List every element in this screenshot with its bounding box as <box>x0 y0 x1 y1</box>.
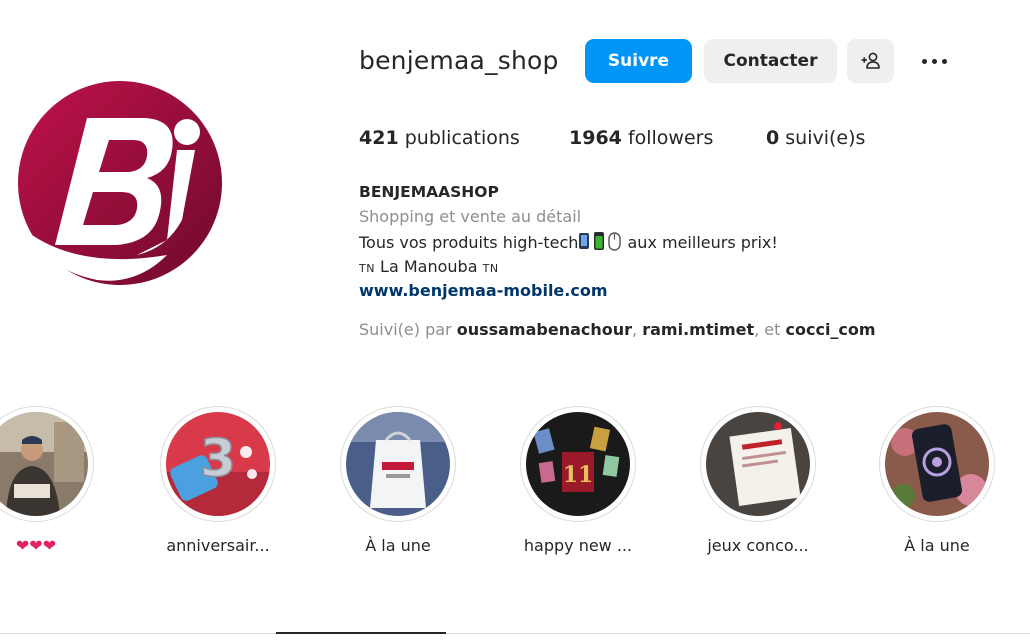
phone-flowers-icon <box>885 412 989 516</box>
following-count: 0 <box>766 127 780 149</box>
followed-separator: , <box>632 320 643 339</box>
description-start: Tous vos produits high-tech <box>359 233 579 252</box>
dot-icon <box>941 58 947 64</box>
highlight-item[interactable]: À la une <box>340 406 456 556</box>
following-stat[interactable]: 0 suivi(e)s <box>766 127 865 149</box>
highlight-thumbnail: 11 <box>526 412 630 516</box>
benjemaa-logo-icon <box>18 81 222 285</box>
followed-prefix: Suivi(e) par <box>359 320 452 339</box>
contact-button[interactable]: Contacter <box>704 39 837 83</box>
dot-icon <box>921 58 927 64</box>
profile-location: TN La Manouba TN <box>359 257 499 276</box>
followers-count: 1964 <box>569 127 622 149</box>
highlight-item[interactable]: ❤❤❤ <box>0 406 94 556</box>
followed-account-1[interactable]: oussamabenachour <box>457 320 632 339</box>
new-year-promo-icon: 11 <box>526 412 630 516</box>
highlight-item[interactable]: 3 anniversair... <box>160 406 276 556</box>
profile-username: benjemaa_shop <box>359 46 559 75</box>
posts-stat: 421 publications <box>359 127 520 149</box>
tn-flag-icon: TN <box>359 262 375 275</box>
profile-website-link[interactable]: www.benjemaa-mobile.com <box>359 281 608 300</box>
highlight-thumbnail: 3 <box>166 412 270 516</box>
highlight-item[interactable]: 11 happy new ... <box>520 406 636 556</box>
highlight-label: À la une <box>365 536 431 555</box>
posts-count: 421 <box>359 127 399 149</box>
highlight-label: ❤❤❤ <box>15 536 57 555</box>
profile-description: Tous vos produits high-tech aux meilleur… <box>359 231 778 252</box>
add-person-icon <box>861 52 880 69</box>
highlight-thumbnail <box>885 412 989 516</box>
followed-and: , et <box>754 320 786 339</box>
posts-label: publications <box>404 127 520 149</box>
location-text: La Manouba <box>380 257 478 276</box>
svg-text:11: 11 <box>563 462 594 488</box>
tab-divider <box>0 633 1030 634</box>
followers-stat[interactable]: 1964 followers <box>569 127 713 149</box>
followed-account-2[interactable]: rami.mtimet <box>642 320 754 339</box>
follow-button[interactable]: Suivre <box>585 39 692 83</box>
highlight-label: happy new ... <box>523 536 633 555</box>
followed-by-line: Suivi(e) par oussamabenachour, rami.mtim… <box>359 320 876 339</box>
highlight-label: jeux conco... <box>707 536 809 555</box>
profile-avatar[interactable] <box>17 80 223 286</box>
suggest-accounts-button[interactable] <box>847 39 894 83</box>
profile-category: Shopping et vente au détail <box>359 207 582 226</box>
highlight-item[interactable]: À la une <box>879 406 995 556</box>
highlight-label: À la une <box>904 536 970 555</box>
highlight-thumbnail <box>706 412 810 516</box>
highlight-label: anniversair... <box>166 536 270 555</box>
highlight-item[interactable]: jeux conco... <box>700 406 816 556</box>
contest-card-icon <box>706 412 810 516</box>
anniversary-cake-icon: 3 <box>166 412 270 516</box>
following-label: suivi(e)s <box>785 127 866 149</box>
description-end: aux meilleurs prix! <box>627 233 778 252</box>
more-options-button[interactable] <box>912 44 956 78</box>
tn-flag-icon: TN <box>482 262 499 275</box>
dot-icon <box>931 58 937 64</box>
profile-display-name: BENJEMAASHOP <box>359 183 499 201</box>
svg-text:3: 3 <box>200 429 236 489</box>
highlight-thumbnail <box>346 412 450 516</box>
followed-account-3[interactable]: cocci_com <box>786 320 876 339</box>
tab-active-indicator[interactable] <box>276 632 446 634</box>
shopping-bag-icon <box>346 412 450 516</box>
phone-battery-mouse-icon <box>579 232 622 251</box>
followers-label: followers <box>627 127 714 149</box>
